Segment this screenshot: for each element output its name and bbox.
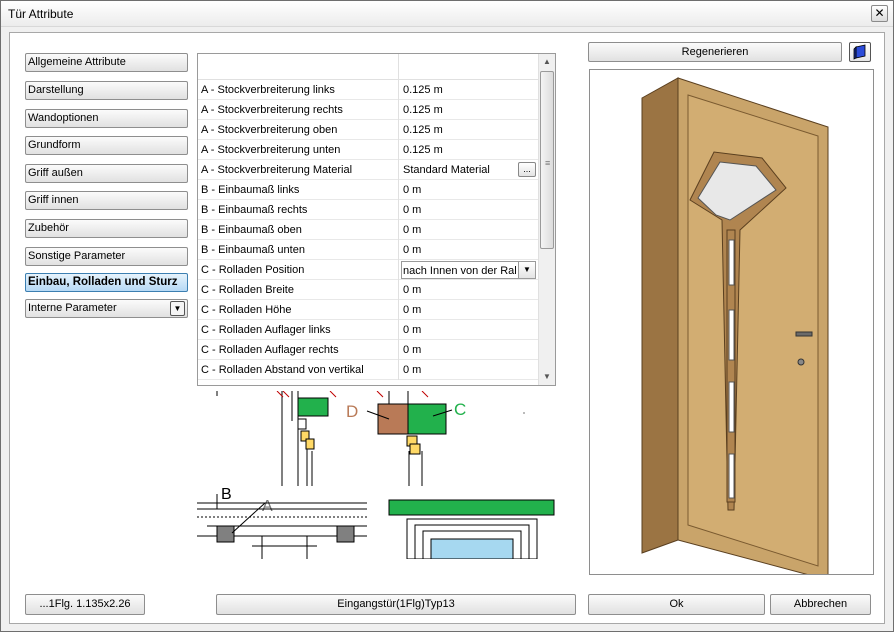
row-value[interactable]: 0.125 m (403, 144, 443, 156)
dialog-window: Tür Attribute ✕ Allgemeine Attribute Dar… (0, 0, 894, 632)
row-value[interactable]: 0 m (403, 244, 421, 256)
table-row[interactable]: A - Stockverbreiterung links 0.125 m (198, 80, 539, 100)
sidebar-item-allgemeine-attribute[interactable]: Allgemeine Attribute (25, 53, 188, 72)
row-key: A - Stockverbreiterung oben (201, 124, 338, 136)
sidebar-item-sonstige-parameter[interactable]: Sonstige Parameter (25, 247, 188, 266)
scroll-down-icon[interactable]: ▼ (539, 369, 555, 385)
row-value[interactable]: 0.125 m (403, 124, 443, 136)
row-key: C - Rolladen Abstand von vertikal (201, 364, 364, 376)
row-key: C - Rolladen Breite (201, 284, 294, 296)
table-row[interactable]: A - Stockverbreiterung unten 0.125 m (198, 140, 539, 160)
ok-button[interactable]: Ok (588, 594, 765, 615)
door-type-button[interactable]: Eingangstür(1Flg)Typ13 (216, 594, 576, 615)
label-c: C (454, 400, 466, 419)
cube-icon[interactable] (849, 42, 871, 62)
table-row[interactable]: C - Rolladen Position nach Innen von der… (198, 260, 539, 280)
browse-material-button[interactable]: ... (518, 162, 536, 177)
rolladen-position-dropdown[interactable]: nach Innen von der Ral ▼ (401, 261, 536, 279)
row-key: C - Rolladen Höhe (201, 304, 292, 316)
dialog-content: Allgemeine Attribute Darstellung Wandopt… (9, 32, 885, 624)
window-title: Tür Attribute (8, 7, 74, 21)
row-key: C - Rolladen Auflager links (201, 324, 331, 336)
label-a: A (262, 498, 273, 515)
row-key: B - Einbaumaß unten (201, 244, 305, 256)
row-key: C - Rolladen Position (201, 264, 305, 276)
table-row[interactable]: A - Stockverbreiterung rechts 0.125 m (198, 100, 539, 120)
scroll-up-icon[interactable]: ▲ (539, 54, 555, 70)
row-value[interactable]: 0 m (403, 184, 421, 196)
table-row[interactable]: B - Einbaumaß links 0 m (198, 180, 539, 200)
row-value[interactable]: 0 m (403, 204, 421, 216)
chevron-down-icon[interactable]: ▼ (170, 301, 185, 316)
sidebar-item-wandoptionen[interactable]: Wandoptionen (25, 109, 188, 128)
row-value[interactable]: 0 m (403, 284, 421, 296)
row-key: A - Stockverbreiterung Material (201, 164, 353, 176)
sidebar-item-griff-aussen[interactable]: Griff außen (25, 164, 188, 183)
row-value[interactable]: 0 m (403, 364, 421, 376)
label-d: D (346, 402, 358, 421)
row-key: A - Stockverbreiterung unten (201, 144, 341, 156)
table-row[interactable]: C - Rolladen Auflager links 0 m (198, 320, 539, 340)
row-value[interactable]: 0.125 m (403, 104, 443, 116)
row-value[interactable]: 0 m (403, 304, 421, 316)
label-b: B (221, 486, 232, 503)
table-row[interactable]: C - Rolladen Höhe 0 m (198, 300, 539, 320)
row-key: B - Einbaumaß rechts (201, 204, 308, 216)
row-value[interactable]: 0.125 m (403, 84, 443, 96)
row-key: B - Einbaumaß links (201, 184, 300, 196)
installation-sketch: D C B A (197, 391, 556, 559)
cancel-button[interactable]: Abbrechen (770, 594, 871, 615)
regenerate-button[interactable]: Regenerieren (588, 42, 842, 62)
row-key: A - Stockverbreiterung links (201, 84, 335, 96)
close-button[interactable]: ✕ (871, 5, 888, 22)
sidebar-item-grundform[interactable]: Grundform (25, 136, 188, 155)
property-grid: A - Stockverbreiterung links 0.125 m A -… (197, 53, 556, 386)
row-value[interactable]: 0 m (403, 344, 421, 356)
sidebar-item-einbau-rolladen-sturz[interactable]: Einbau, Rolladen und Sturz (25, 273, 188, 292)
row-value[interactable]: Standard Material (403, 164, 490, 176)
grid-header (198, 54, 539, 80)
grid-scrollbar[interactable]: ▲ ≡ ▼ (538, 54, 555, 385)
table-row[interactable]: A - Stockverbreiterung Material Standard… (198, 160, 539, 180)
sidebar-item-zubehoer[interactable]: Zubehör (25, 219, 188, 238)
row-value[interactable]: 0 m (403, 224, 421, 236)
table-row[interactable]: A - Stockverbreiterung oben 0.125 m (198, 120, 539, 140)
row-value: nach Innen von der Ral (403, 265, 517, 277)
title-bar: Tür Attribute ✕ (1, 1, 893, 27)
row-key: A - Stockverbreiterung rechts (201, 104, 343, 116)
row-key: B - Einbaumaß oben (201, 224, 302, 236)
size-info-button[interactable]: ...1Flg. 1.135x2.26 (25, 594, 145, 615)
table-row[interactable]: C - Rolladen Auflager rechts 0 m (198, 340, 539, 360)
row-key: C - Rolladen Auflager rechts (201, 344, 339, 356)
table-row[interactable]: B - Einbaumaß rechts 0 m (198, 200, 539, 220)
table-row[interactable]: C - Rolladen Abstand von vertikal 0 m (198, 360, 539, 380)
scroll-thumb[interactable]: ≡ (540, 71, 554, 249)
interne-parameter-label: Interne Parameter (28, 302, 117, 314)
table-row[interactable]: B - Einbaumaß unten 0 m (198, 240, 539, 260)
chevron-down-icon[interactable]: ▼ (518, 262, 535, 278)
sidebar-item-griff-innen[interactable]: Griff innen (25, 191, 188, 210)
door-3d-preview[interactable] (589, 69, 874, 575)
row-value[interactable]: 0 m (403, 324, 421, 336)
interne-parameter-select[interactable]: Interne Parameter ▼ (25, 299, 188, 318)
table-row[interactable]: B - Einbaumaß oben 0 m (198, 220, 539, 240)
sidebar-item-darstellung[interactable]: Darstellung (25, 81, 188, 100)
table-row[interactable]: C - Rolladen Breite 0 m (198, 280, 539, 300)
